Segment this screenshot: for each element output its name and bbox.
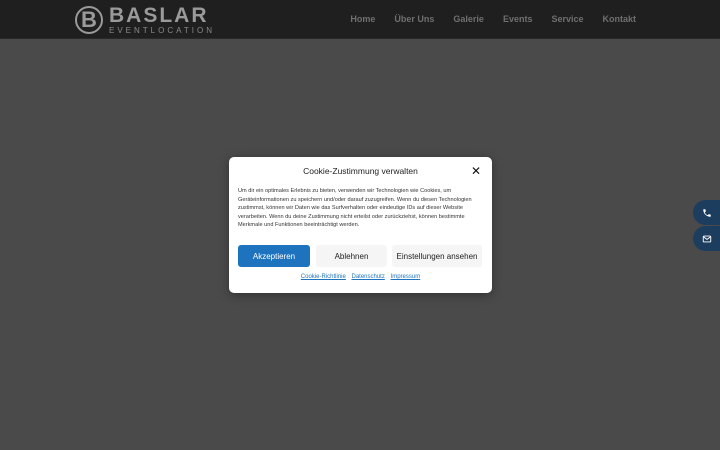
site-header: B BASLAR EVENTLOCATION Home Über Uns Gal… xyxy=(0,0,720,39)
nav-home[interactable]: Home xyxy=(350,14,375,24)
main-nav: Home Über Uns Galerie Events Service Kon… xyxy=(350,0,720,38)
logo-mark: B xyxy=(75,5,103,34)
mail-icon xyxy=(702,235,711,242)
logo-main-text: BASLAR xyxy=(109,3,209,27)
cookie-dialog-title: Cookie-Zustimmung verwalten xyxy=(303,166,418,176)
cookie-dialog-text: Um dir ein optimales Erlebnis zu bieten,… xyxy=(238,188,472,229)
mail-button[interactable] xyxy=(693,226,720,251)
phone-button[interactable] xyxy=(693,200,720,225)
privacy-link[interactable]: Datenschutz xyxy=(352,274,385,280)
site-logo[interactable]: B BASLAR EVENTLOCATION xyxy=(75,4,215,35)
cookie-policy-link[interactable]: Cookie-Richtlinie xyxy=(301,274,346,280)
logo-sub-text: EVENTLOCATION xyxy=(109,25,215,35)
cookie-links: Cookie-Richtlinie Datenschutz Impressum xyxy=(229,274,492,280)
imprint-link[interactable]: Impressum xyxy=(391,274,421,280)
phone-icon xyxy=(702,208,711,217)
nav-kontakt[interactable]: Kontakt xyxy=(603,14,637,24)
view-settings-button[interactable]: Einstellungen ansehen xyxy=(392,245,482,267)
deny-button[interactable]: Ablehnen xyxy=(316,245,387,267)
accept-button[interactable]: Akzeptieren xyxy=(238,245,310,267)
close-icon[interactable]: ✕ xyxy=(471,165,481,177)
cookie-consent-dialog: Cookie-Zustimmung verwalten ✕ Um dir ein… xyxy=(229,157,492,293)
nav-ueber-uns[interactable]: Über Uns xyxy=(394,14,434,24)
nav-galerie[interactable]: Galerie xyxy=(453,14,484,24)
nav-service[interactable]: Service xyxy=(551,14,583,24)
nav-events[interactable]: Events xyxy=(503,14,533,24)
